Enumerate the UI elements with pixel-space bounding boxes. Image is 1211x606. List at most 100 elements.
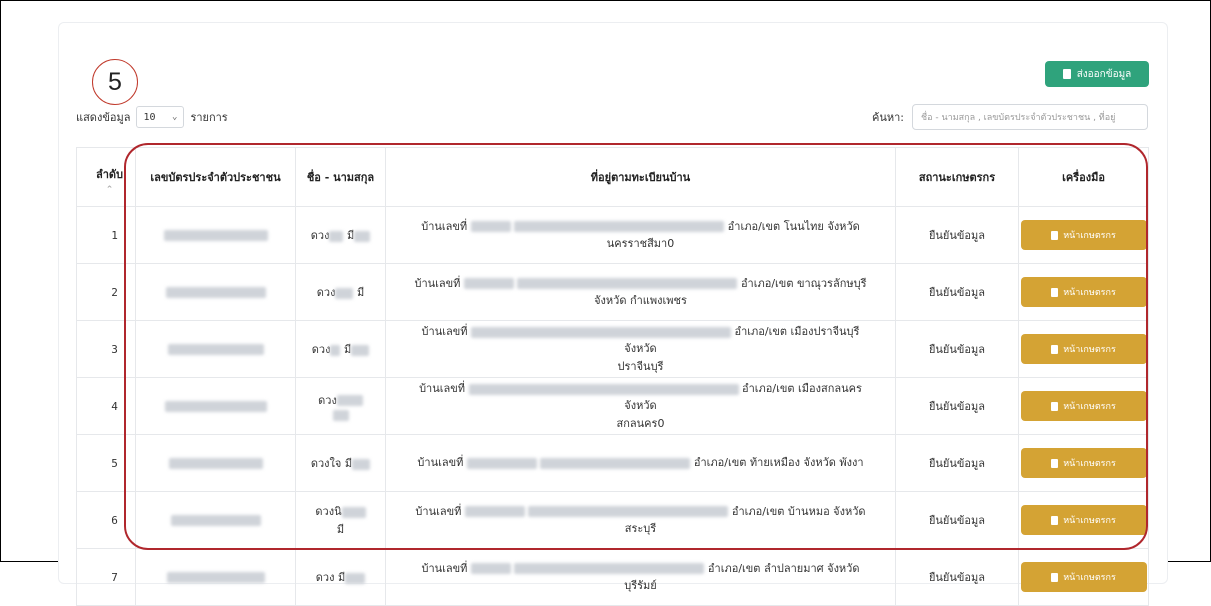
export-data-button[interactable]: ส่งออกข้อมูล — [1045, 61, 1149, 87]
address-start: บ้านเลขที่ — [421, 561, 468, 575]
document-icon — [1062, 69, 1071, 79]
address-cell: บ้านเลขที่ อำเภอ/เขต ท้ายเหมือง จังหวัด … — [385, 434, 896, 492]
name-cell: ดวง มี — [295, 206, 386, 264]
name-text: ดวง — [310, 229, 330, 242]
table-row: 7 ดวง มี บ้านเลขที่ อำเภอ/เขต ลำปลายมาศ … — [76, 548, 1149, 606]
tools-cell: หน้าเกษตรกร — [1018, 548, 1149, 606]
header-address-label: ที่อยู่ตามทะเบียนบ้าน — [590, 171, 691, 184]
address-line2: สกลนคร0 — [616, 416, 665, 430]
sort-asc-icon: ⌃ — [105, 184, 114, 195]
name-tail: มี — [343, 343, 352, 356]
name-text: ดวงนิ — [315, 505, 342, 518]
address-line2: จังหวัด กำแพงเพชร — [594, 294, 687, 307]
address-cell: บ้านเลขที่ อำเภอ/เขต เมืองสกลนคร จังหวัด… — [385, 377, 896, 435]
name-cell: ดวง มี — [295, 320, 386, 378]
name-text: ดวง — [311, 343, 331, 356]
header-status[interactable]: สถานะเกษตรกร — [895, 147, 1019, 207]
table-row: 3 ดวง มี บ้านเลขที่ อำเภอ/เขต เมืองปราจี… — [76, 320, 1149, 378]
farmer-page-button[interactable]: หน้าเกษตรกร — [1020, 334, 1147, 364]
id-card-redacted — [135, 491, 296, 549]
tools-cell: หน้าเกษตรกร — [1018, 491, 1149, 549]
address-cell: บ้านเลขที่ อำเภอ/เขต โนนไทย จังหวัดนครรา… — [385, 206, 896, 264]
name-tail: มี — [336, 523, 345, 536]
address-start: บ้านเลขที่ — [419, 382, 466, 396]
status-cell: ยืนยันข้อมูล — [895, 377, 1019, 435]
address-line2: ปราจีนบุรี — [617, 359, 664, 373]
farmer-page-button[interactable]: หน้าเกษตรกร — [1020, 562, 1147, 592]
header-index[interactable]: ลำดับ ⌃ — [76, 147, 136, 207]
page-length-suffix: รายการ — [190, 111, 228, 124]
tools-cell: หน้าเกษตรกร — [1018, 434, 1149, 492]
document-icon — [1051, 458, 1059, 468]
header-tools: เครื่องมือ — [1018, 147, 1149, 207]
address-cell: บ้านเลขที่ อำเภอ/เขต ขาณุวรลักษบุรี จังหว… — [385, 263, 896, 321]
id-card-redacted — [135, 263, 296, 321]
search-input[interactable]: ชื่อ - นามสกุล , เลขบัตรประจำตัวประชาชน … — [912, 104, 1149, 130]
address-end: อำเภอ/เขต ท้ายเหมือง จังหวัด พังงา — [693, 456, 864, 470]
farmer-page-button[interactable]: หน้าเกษตรกร — [1020, 277, 1147, 307]
table-row: 5 ดวงใจ มี บ้านเลขที่ อำเภอ/เขต ท้ายเหมื… — [76, 434, 1149, 492]
name-cell: ดวง มี — [295, 263, 386, 321]
document-icon — [1051, 344, 1059, 354]
table-row: 1 ดวง มี บ้านเลขที่ อำเภอ/เขต โนนไทย จัง… — [76, 206, 1149, 264]
address-start: บ้านเลขที่ — [417, 456, 464, 470]
page-length-prefix: แสดงข้อมูล — [76, 111, 131, 124]
farmer-page-button[interactable]: หน้าเกษตรกร — [1020, 448, 1147, 478]
table-row: 6 ดวงนิ มี บ้านเลขที่ อำเภอ/เขต บ้านหมอ จ… — [76, 491, 1149, 549]
header-index-label: ลำดับ — [95, 167, 124, 181]
address-start: บ้านเลขที่ — [414, 276, 461, 290]
step-number-badge: 5 — [92, 59, 138, 105]
farmers-table: ลำดับ ⌃ เลขบัตรประจำตัวประชาชน ชื่อ - นา… — [76, 147, 1149, 606]
name-cell: ดวงนิมี — [295, 491, 386, 549]
header-id-card[interactable]: เลขบัตรประจำตัวประชาชน — [135, 147, 296, 207]
tools-cell: หน้าเกษตรกร — [1018, 320, 1149, 378]
tools-cell: หน้าเกษตรกร — [1018, 206, 1149, 264]
name-cell: ดวง — [295, 377, 386, 435]
status-cell: ยืนยันข้อมูล — [895, 320, 1019, 378]
id-card-redacted — [135, 548, 296, 606]
status-cell: ยืนยันข้อมูล — [895, 548, 1019, 606]
row-index: 7 — [76, 548, 136, 606]
id-card-redacted — [135, 434, 296, 492]
document-icon — [1051, 572, 1059, 582]
search-label: ค้นหา: — [872, 111, 905, 124]
tools-cell: หน้าเกษตรกร — [1018, 263, 1149, 321]
status-cell: ยืนยันข้อมูล — [895, 491, 1019, 549]
address-start: บ้านเลขที่ — [415, 504, 462, 518]
page-length-select[interactable]: 10 ⌄ — [136, 106, 185, 128]
address-start: บ้านเลขที่ — [421, 219, 468, 233]
search-placeholder: ชื่อ - นามสกุล , เลขบัตรประจำตัวประชาชน … — [921, 113, 1116, 123]
farmer-page-label: หน้าเกษตรกร — [1063, 573, 1116, 583]
farmer-page-button[interactable]: หน้าเกษตรกร — [1020, 505, 1147, 535]
farmer-page-button[interactable]: หน้าเกษตรกร — [1020, 220, 1147, 250]
farmer-page-button[interactable]: หน้าเกษตรกร — [1020, 391, 1147, 421]
header-name[interactable]: ชื่อ - นามสกุล — [295, 147, 386, 207]
name-text: ดวง — [316, 286, 336, 299]
document-icon — [1051, 287, 1059, 297]
search-control: ค้นหา: ชื่อ - นามสกุล , เลขบัตรประจำตัวป… — [872, 104, 1149, 130]
header-address[interactable]: ที่อยู่ตามทะเบียนบ้าน — [385, 147, 896, 207]
export-data-label: ส่งออกข้อมูล — [1076, 68, 1132, 80]
row-index: 3 — [76, 320, 136, 378]
row-index: 1 — [76, 206, 136, 264]
document-icon — [1051, 515, 1059, 525]
id-card-redacted — [135, 377, 296, 435]
row-index: 2 — [76, 263, 136, 321]
status-cell: ยืนยันข้อมูล — [895, 206, 1019, 264]
header-name-label: ชื่อ - นามสกุล — [306, 171, 375, 184]
farmer-page-label: หน้าเกษตรกร — [1063, 345, 1116, 355]
chevron-down-icon: ⌄ — [172, 112, 178, 122]
page-length-value: 10 — [143, 111, 156, 123]
address-end: อำเภอ/เขต โนนไทย จังหวัด — [727, 219, 860, 233]
name-cell: ดวง มี — [295, 548, 386, 606]
address-line2: นครราชสีมา0 — [606, 237, 675, 250]
address-cell: บ้านเลขที่ อำเภอ/เขต เมืองปราจีนบุรี จัง… — [385, 320, 896, 378]
table-row: 2 ดวง มี บ้านเลขที่ อำเภอ/เขต ขาณุวรลักษ… — [76, 263, 1149, 321]
status-cell: ยืนยันข้อมูล — [895, 434, 1019, 492]
status-cell: ยืนยันข้อมูล — [895, 263, 1019, 321]
page-length-control: แสดงข้อมูล 10 ⌄ รายการ — [76, 106, 228, 128]
name-tail: มี — [344, 457, 353, 470]
name-text: ดวง — [318, 393, 337, 407]
table-row: 4 ดวง บ้านเลขที่ อำเภอ/เขต เมืองสกลนคร จ… — [76, 377, 1149, 435]
name-tail: มี — [346, 229, 355, 242]
